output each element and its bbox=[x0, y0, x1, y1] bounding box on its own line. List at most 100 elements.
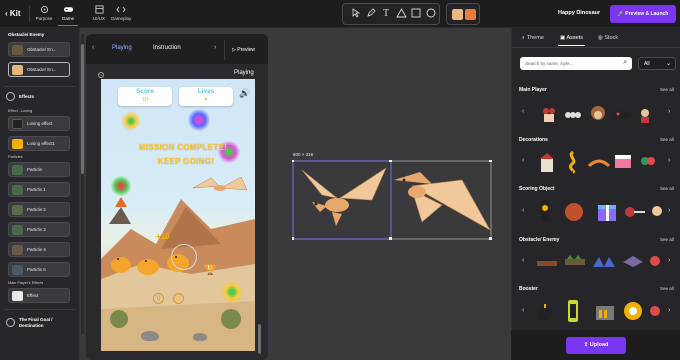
tab-game[interactable]: Game bbox=[56, 5, 80, 26]
asset-thumbnail[interactable] bbox=[622, 300, 642, 320]
chevron-left-icon[interactable]: ‹ bbox=[522, 307, 524, 314]
asset-thumbnail[interactable] bbox=[648, 254, 666, 272]
asset-thumbnail[interactable] bbox=[648, 304, 666, 322]
chevron-left-icon[interactable]: ‹ bbox=[522, 257, 524, 264]
losing-effect-item[interactable]: Losing effect bbox=[8, 116, 70, 131]
asset-thumbnail[interactable] bbox=[622, 254, 643, 272]
asset-thumbnail[interactable] bbox=[639, 152, 657, 170]
asset-thumbnail[interactable] bbox=[588, 104, 606, 122]
main-player-effect-item[interactable]: Effect bbox=[8, 288, 70, 303]
preview-launch-button[interactable]: 🚀 Preview & Launch bbox=[610, 5, 676, 23]
prev-arrow-icon[interactable]: ‹ bbox=[92, 44, 94, 51]
see-all-link[interactable]: See all bbox=[660, 87, 674, 92]
color-swatch-2[interactable] bbox=[465, 9, 476, 20]
losing-effect-item[interactable]: Losing effect1 bbox=[8, 136, 70, 151]
asset-thumbnail[interactable] bbox=[612, 106, 630, 124]
tab-gameplay-label: Gameplay bbox=[110, 16, 132, 21]
chevron-right-icon[interactable]: › bbox=[668, 157, 670, 164]
help-icon[interactable]: ? bbox=[98, 72, 104, 78]
left-panel-scrollbar[interactable] bbox=[81, 34, 84, 334]
chevron-left-icon[interactable]: ‹ bbox=[522, 108, 524, 115]
tab-gameplay[interactable]: Gameplay bbox=[109, 5, 133, 21]
collapse-icon[interactable] bbox=[6, 318, 15, 327]
asset-thumbnail[interactable] bbox=[564, 254, 585, 272]
chevron-left-icon[interactable]: ‹ bbox=[522, 157, 524, 164]
preview-scrollbar[interactable] bbox=[258, 324, 261, 354]
asset-thumbnail[interactable] bbox=[596, 200, 616, 221]
asset-thumbnail[interactable] bbox=[566, 298, 584, 322]
asset-thumbnail[interactable] bbox=[564, 202, 583, 221]
asset-thumbnail[interactable] bbox=[624, 204, 645, 222]
state-label: Playing bbox=[234, 70, 254, 76]
circle-icon[interactable] bbox=[425, 8, 437, 20]
asset-thumbnail[interactable] bbox=[564, 106, 582, 124]
obstacle-item[interactable]: Obstacle/ En... bbox=[8, 62, 70, 77]
see-all-link[interactable]: See all bbox=[660, 286, 674, 291]
particle-label: Particle 4 bbox=[27, 247, 46, 252]
asset-thumbnail[interactable] bbox=[564, 150, 582, 174]
scrollbar-thumb[interactable] bbox=[81, 44, 84, 174]
asset-thumbnail[interactable] bbox=[536, 302, 554, 321]
losing-effect-label: Losing effect1 bbox=[27, 141, 55, 146]
particle-item[interactable]: Particle 4 bbox=[8, 242, 70, 257]
asset-thumbnail[interactable] bbox=[592, 254, 615, 272]
particle-item[interactable]: Particle 2 bbox=[8, 202, 70, 217]
select-icon[interactable] bbox=[350, 8, 362, 20]
particle-item[interactable]: Particle 1 bbox=[8, 182, 70, 197]
obstacle-item[interactable]: Obstacle/ En... bbox=[8, 42, 70, 57]
tab-theme[interactable]: ◐ Theme bbox=[522, 35, 544, 41]
chevron-right-icon[interactable]: › bbox=[668, 207, 670, 214]
pause-button[interactable]: II bbox=[153, 293, 164, 304]
asset-thumbnail[interactable] bbox=[636, 106, 654, 124]
see-all-link[interactable]: See all bbox=[660, 237, 674, 242]
score-badge: Score 10 bbox=[118, 87, 172, 106]
lives-label: Lives bbox=[197, 88, 215, 95]
particle-item[interactable]: Particle 3 bbox=[8, 222, 70, 237]
preview-button[interactable]: ▷ Preview bbox=[224, 40, 266, 60]
asset-thumbnail[interactable] bbox=[540, 106, 558, 124]
target-icon bbox=[40, 5, 48, 14]
collapse-icon[interactable] bbox=[6, 92, 15, 101]
color-swatch-1[interactable] bbox=[452, 9, 463, 20]
asset-thumbnail[interactable] bbox=[587, 156, 611, 174]
power-button[interactable]: ⚡ bbox=[173, 293, 184, 304]
text-tool-icon[interactable]: T bbox=[380, 8, 392, 20]
pen-icon[interactable] bbox=[365, 8, 377, 20]
chevron-left-icon[interactable]: ‹ bbox=[522, 207, 524, 214]
tab-playing[interactable]: Playing bbox=[112, 45, 132, 51]
next-arrow-icon[interactable]: › bbox=[214, 44, 216, 51]
chevron-right-icon[interactable]: › bbox=[668, 307, 670, 314]
play-icon: ▷ bbox=[232, 47, 236, 53]
chevron-right-icon[interactable]: › bbox=[668, 108, 670, 115]
asset-thumbnail[interactable] bbox=[536, 256, 557, 274]
game-screen[interactable]: Score 10 Lives ♥ 🔊 MISSION COMPLETE! KEE… bbox=[101, 79, 255, 351]
back-button[interactable]: ‹ Kit bbox=[5, 9, 21, 18]
speaker-icon[interactable]: 🔊 bbox=[239, 88, 250, 99]
upload-button[interactable]: ⇪ Upload bbox=[566, 337, 626, 354]
globe-icon: ◍ bbox=[598, 35, 603, 41]
search-input[interactable]: Search by name, style,... ⌕ bbox=[520, 57, 632, 70]
filter-select[interactable]: All ⌄ bbox=[638, 57, 676, 70]
active-tab-indicator bbox=[558, 45, 585, 46]
asset-thumbnail[interactable] bbox=[594, 302, 614, 320]
tab-assets[interactable]: ▣ Assets bbox=[558, 35, 585, 46]
asset-thumbnail[interactable] bbox=[538, 198, 556, 222]
tab-purpose[interactable]: Purpose bbox=[32, 5, 56, 21]
tab-uiux[interactable]: UI/UX bbox=[87, 5, 111, 21]
effects-heading: Effects bbox=[19, 94, 35, 99]
see-all-link[interactable]: See all bbox=[660, 137, 674, 142]
asset-thumbnail[interactable] bbox=[650, 204, 668, 222]
particle-item[interactable]: Particle bbox=[8, 162, 70, 177]
see-all-link[interactable]: See all bbox=[660, 186, 674, 191]
particle-item[interactable]: Particle 5 bbox=[8, 262, 70, 277]
triangle-icon[interactable] bbox=[395, 8, 407, 20]
pterodactyl-canvas-sprite[interactable] bbox=[292, 160, 492, 240]
tab-instruction[interactable]: Instruction bbox=[153, 45, 181, 51]
tab-stock[interactable]: ◍ Stock bbox=[598, 35, 618, 41]
divider bbox=[4, 309, 76, 310]
square-icon[interactable] bbox=[410, 8, 422, 20]
asset-thumbnail[interactable] bbox=[613, 152, 631, 170]
chevron-right-icon[interactable]: › bbox=[668, 257, 670, 264]
asset-thumbnail[interactable] bbox=[538, 152, 556, 172]
obstacle-item-label: Obstacle/ En... bbox=[27, 47, 57, 52]
